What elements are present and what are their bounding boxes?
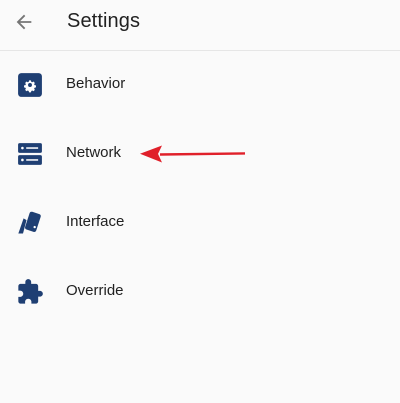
arrow-left-icon bbox=[16, 14, 32, 30]
menu-item-behavior[interactable]: Behavior bbox=[0, 51, 400, 119]
menu-item-network[interactable]: Network bbox=[0, 120, 400, 188]
gear-icon bbox=[16, 71, 44, 99]
menu-item-interface[interactable]: Interface bbox=[0, 189, 400, 257]
settings-screen: Settings Behavior Network Interface Over… bbox=[0, 0, 400, 403]
app-bar: Settings bbox=[0, 0, 400, 51]
menu-item-label: Behavior bbox=[66, 75, 126, 92]
puzzle-icon bbox=[16, 278, 44, 306]
server-icon bbox=[16, 140, 44, 168]
menu-item-override[interactable]: Override bbox=[0, 258, 400, 326]
menu-item-label: Network bbox=[66, 144, 122, 161]
palette-swatch-icon bbox=[16, 209, 44, 237]
back-button[interactable] bbox=[8, 5, 40, 39]
page-title: Settings bbox=[67, 10, 141, 32]
menu-item-label: Interface bbox=[66, 213, 125, 230]
menu-item-label: Override bbox=[66, 282, 124, 299]
